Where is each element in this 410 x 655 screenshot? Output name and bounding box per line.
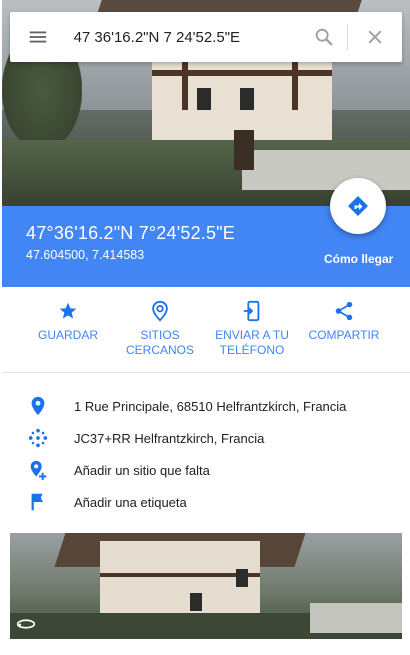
street-view-360-icon [16, 619, 36, 629]
place-info-list: 1 Rue Principale, 68510 Helfrantzkirch, … [2, 374, 410, 518]
plus-code-row[interactable]: JC37+RR Helfrantzkirch, Francia [2, 422, 410, 454]
search-icon [315, 28, 333, 46]
nearby-icon [152, 300, 168, 322]
place-header: 47°36'16.2"N 7°24'52.5"E 47.604500, 7.41… [2, 178, 410, 287]
thumb-window [236, 569, 248, 587]
photo-window [197, 88, 211, 110]
photo-window [240, 88, 254, 110]
directions-button[interactable] [330, 178, 386, 234]
photo-timber [152, 70, 332, 76]
star-icon [59, 302, 77, 319]
action-bar: GUARDAR SITIOS CERCANOS ENVIAR A TU TELÉ… [2, 287, 410, 373]
clear-search-button[interactable] [348, 12, 402, 62]
plus-code-icon [28, 428, 48, 448]
add-place-icon [30, 460, 47, 481]
coordinates-decimal: 47.604500, 7.414583 [26, 248, 145, 262]
nearby-button[interactable]: SITIOS CERCANOS [114, 287, 206, 372]
save-label: GUARDAR [37, 328, 98, 342]
send-to-phone-icon [243, 300, 260, 322]
coordinates-title: 47°36'16.2"N 7°24'52.5"E [26, 223, 235, 243]
add-place-text: Añadir un sitio que falta [74, 462, 210, 478]
flag-icon [31, 493, 44, 511]
thumb-window [190, 593, 202, 611]
photo-wall [242, 150, 410, 190]
address-text: 1 Rue Principale, 68510 Helfrantzkirch, … [74, 398, 347, 414]
photo-door [234, 130, 254, 170]
address-row[interactable]: 1 Rue Principale, 68510 Helfrantzkirch, … [2, 390, 410, 422]
menu-button[interactable] [10, 12, 66, 62]
add-place-row[interactable]: Añadir un sitio que falta [2, 454, 410, 486]
save-button[interactable]: GUARDAR [22, 287, 114, 372]
plus-code-text: JC37+RR Helfrantzkirch, Francia [74, 430, 265, 446]
place-pin-icon [31, 396, 45, 416]
directions-icon [348, 196, 368, 216]
share-icon [335, 301, 353, 321]
search-input[interactable] [65, 17, 300, 57]
search-button[interactable] [300, 12, 348, 62]
street-view-thumbnail[interactable] [10, 533, 402, 639]
add-label-row[interactable]: Añadir una etiqueta [2, 486, 410, 518]
hamburger-menu-icon [29, 31, 47, 43]
close-icon [368, 30, 382, 44]
send-to-phone-label: ENVIAR A TU TELÉFONO [215, 328, 289, 357]
directions-label[interactable]: Cómo llegar [324, 252, 393, 266]
search-bar [10, 12, 402, 62]
nearby-label: SITIOS CERCANOS [125, 328, 194, 357]
share-button[interactable]: COMPARTIR [298, 287, 390, 372]
share-label: COMPARTIR [308, 328, 380, 342]
send-to-phone-button[interactable]: ENVIAR A TU TELÉFONO [206, 287, 298, 372]
add-label-text: Añadir una etiqueta [74, 494, 187, 510]
thumb-wall [310, 603, 402, 633]
